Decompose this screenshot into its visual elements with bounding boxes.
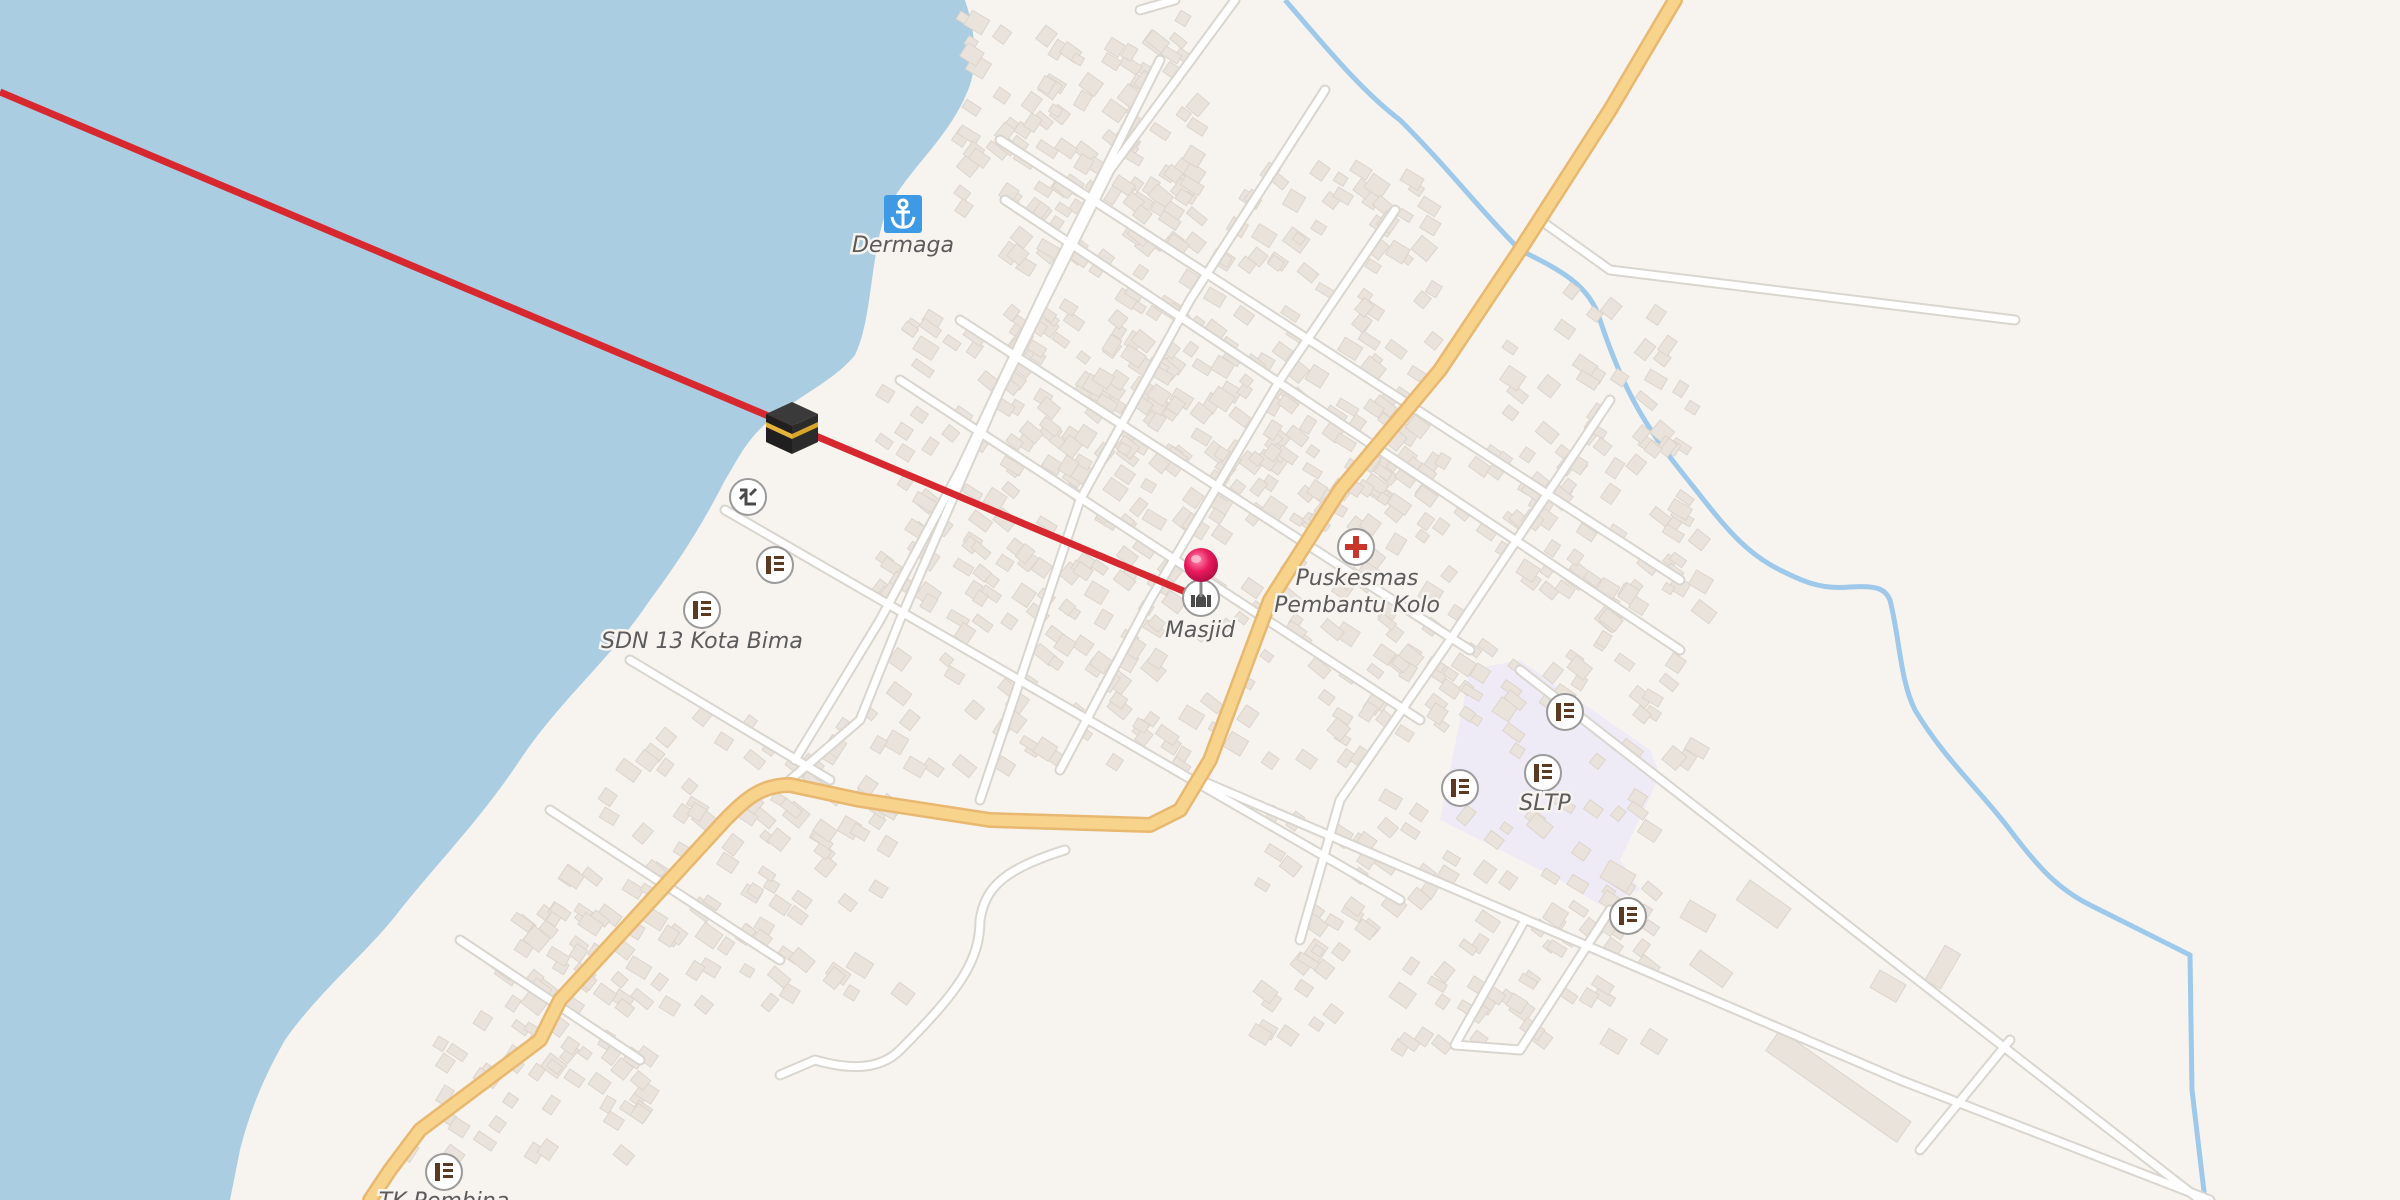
clinic-label-line1: Puskesmas — [1296, 566, 1419, 591]
harbor-label: Dermaga — [852, 233, 954, 258]
school-icon[interactable] — [1524, 754, 1562, 792]
school-icon[interactable] — [1441, 769, 1479, 807]
school-sdn-label: SDN 13 Kota Bima — [601, 629, 803, 654]
school-icon[interactable] — [683, 591, 721, 629]
school-icon[interactable] — [756, 546, 794, 584]
school-sltp-label: SLTP — [1519, 791, 1571, 816]
anchor-icon[interactable] — [884, 195, 922, 233]
clinic-label-line2: Pembantu Kolo — [1274, 593, 1440, 618]
school-icon[interactable] — [1546, 693, 1584, 731]
map-view[interactable]: Dermaga SDN 13 Kota Bima SLTP Puskesmas … — [0, 0, 2400, 1200]
shelter-icon[interactable] — [729, 478, 767, 516]
kindergarten-label: TK Pembina — [379, 1189, 510, 1200]
mosque-label: Masjid — [1165, 618, 1236, 643]
school-icon[interactable] — [1609, 897, 1647, 935]
school-icon[interactable] — [425, 1153, 463, 1191]
medical-cross-icon[interactable] — [1337, 528, 1375, 566]
